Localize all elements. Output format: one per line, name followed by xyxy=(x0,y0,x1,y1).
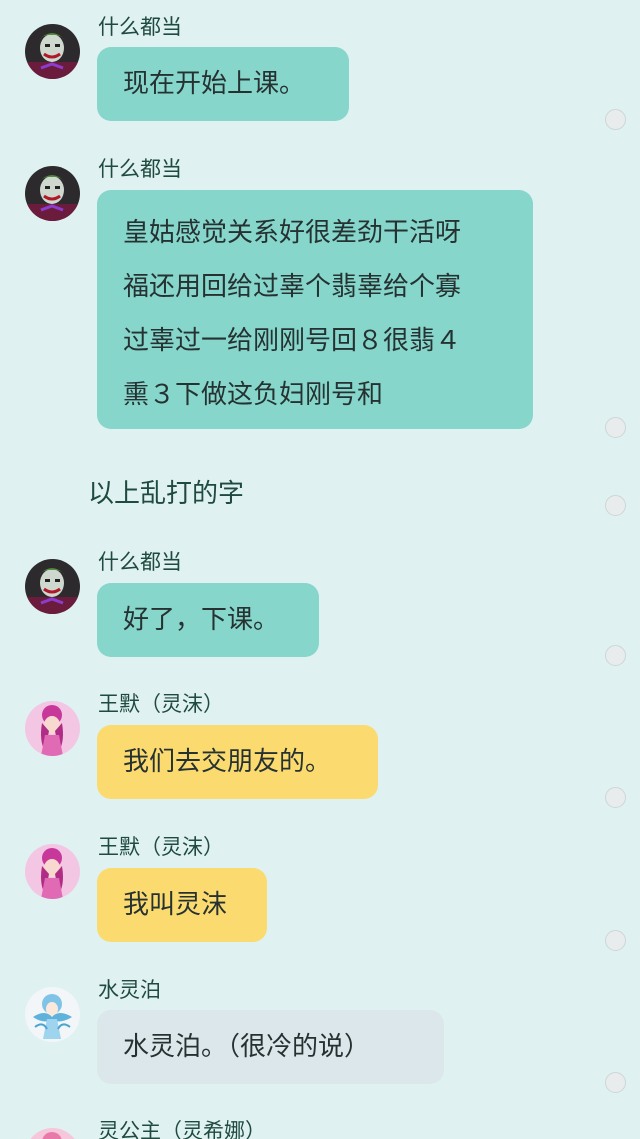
sender-name: 什么都当 xyxy=(98,15,182,39)
avatar-joker-icon[interactable] xyxy=(25,24,80,79)
message-status-dot[interactable] xyxy=(605,787,626,808)
message-status-dot[interactable] xyxy=(605,495,626,516)
avatar-joker-icon[interactable] xyxy=(25,166,80,221)
message-line: 过辜过一给刚刚号回８很翡４ xyxy=(123,326,462,356)
message-bubble[interactable]: 我们去交朋友的。 xyxy=(97,725,378,799)
sender-name: 什么都当 xyxy=(98,157,182,181)
message-bubble[interactable]: 皇姑感觉关系好很差劲干活呀 福还用回给过辜个翡辜给个寡 过辜过一给刚刚号回８很翡… xyxy=(97,190,533,429)
message-line: 福还用回给过辜个翡辜给个寡 xyxy=(123,272,462,302)
message-status-dot[interactable] xyxy=(605,1072,626,1093)
message-status-dot[interactable] xyxy=(605,645,626,666)
chat-thread: 什么都当 现在开始上课。 什么都当 皇姑感觉关系好很差劲干活呀 福还用回给过辜个… xyxy=(0,0,640,1139)
message-line: 皇姑感觉关系好很差劲干活呀 xyxy=(123,218,462,248)
message-bubble[interactable]: 我叫灵沫 xyxy=(97,868,267,942)
message-bubble[interactable]: 水灵泊。（很冷的说） xyxy=(97,1010,444,1084)
message-bubble[interactable]: 好了，下课。 xyxy=(97,583,319,657)
message-bubble[interactable]: 现在开始上课。 xyxy=(97,47,349,121)
sender-name: 灵公主（灵希娜） xyxy=(98,1119,266,1139)
sender-name: 王默（灵沫） xyxy=(98,835,224,859)
sender-name: 王默（灵沫） xyxy=(98,692,224,716)
sender-name: 什么都当 xyxy=(98,550,182,574)
avatar-blue-fairy-icon[interactable] xyxy=(25,987,80,1042)
narration-text: 以上乱打的字 xyxy=(88,479,245,509)
sender-name: 水灵泊 xyxy=(98,978,161,1002)
message-status-dot[interactable] xyxy=(605,417,626,438)
avatar-pink-doll-icon[interactable] xyxy=(25,844,80,899)
avatar-pink-doll-icon[interactable] xyxy=(25,701,80,756)
message-status-dot[interactable] xyxy=(605,109,626,130)
avatar-pink-girl-icon[interactable] xyxy=(25,1128,80,1139)
avatar-joker-icon[interactable] xyxy=(25,559,80,614)
message-line: 熏３下做这负妇刚号和 xyxy=(123,380,384,410)
message-status-dot[interactable] xyxy=(605,930,626,951)
